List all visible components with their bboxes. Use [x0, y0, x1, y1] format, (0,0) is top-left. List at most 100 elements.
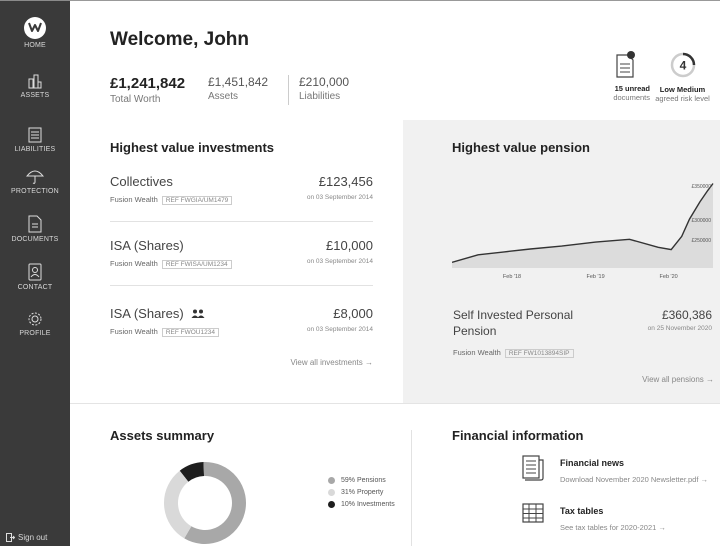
assets-icon: [28, 74, 42, 89]
pension-amount: £360,386: [661, 308, 712, 322]
investment-amount: £10,000: [326, 238, 373, 253]
signout-icon: [6, 533, 15, 542]
financial-news-link[interactable]: Download November 2020 Newsletter.pdf →: [560, 475, 708, 484]
main-content: Welcome, John £1,241,842 Total Worth £1,…: [70, 0, 720, 546]
nav-documents-label: DOCUMENTS: [11, 236, 59, 243]
tax-tables-link[interactable]: See tax tables for 2020-2021 →: [560, 523, 666, 532]
investments-title: Highest value investments: [110, 140, 274, 155]
pension-provider: Fusion Wealth: [453, 348, 501, 357]
y-tick-label: £250000: [692, 238, 712, 244]
tax-tables-title: Tax tables: [560, 506, 604, 516]
nav-protection-label: PROTECTION: [11, 188, 59, 195]
logo-icon: [24, 17, 46, 39]
contact-icon: [28, 263, 42, 281]
x-tick-label: Feb '18: [503, 274, 521, 280]
assets-summary-title: Assets summary: [110, 428, 215, 443]
investment-date: on 03 September 2014: [306, 326, 373, 333]
legend-label: 59% Pensions: [341, 476, 386, 484]
pension-title: Highest value pension: [452, 140, 590, 155]
nav-protection[interactable]: PROTECTION: [0, 167, 70, 195]
risk-level-label: agreed risk level: [655, 94, 710, 103]
investment-provider: Fusion Wealth: [110, 195, 158, 204]
pension-chart: £250000 £300000 £350000 Feb '18 Feb '19 Feb '…: [452, 183, 714, 280]
pension-name[interactable]: Self Invested Personal Pension: [453, 308, 603, 339]
nav-assets-label: ASSETS: [20, 92, 50, 99]
pension-area: [452, 183, 713, 268]
pension-date: on 25 November 2020: [647, 325, 712, 332]
legend-swatch: [328, 488, 335, 496]
financial-news-title: Financial news: [560, 458, 625, 468]
liabilities-value: £210,000: [299, 75, 350, 89]
investment-provider: Fusion Wealth: [110, 327, 158, 336]
investments-panel: Highest value investments Collectives Fu…: [70, 120, 403, 403]
divider: [411, 430, 412, 546]
financial-info-title: Financial information: [452, 428, 584, 443]
x-tick-label: Feb '20: [660, 274, 678, 280]
legend-item: 59% Pensions: [328, 474, 395, 486]
nav-liabilities[interactable]: LIABILITIES: [0, 127, 70, 153]
legend-swatch: [328, 500, 335, 508]
investment-meta: Fusion Wealth REF FWOU1234: [110, 327, 219, 337]
header: Welcome, John £1,241,842 Total Worth £1,…: [70, 0, 720, 120]
nav-contact[interactable]: CONTACT: [0, 263, 70, 291]
investment-ref: REF FWISA/UM1234: [161, 260, 232, 269]
document-icon: [28, 215, 42, 233]
assets-donut-chart: [164, 462, 246, 544]
assets-stat[interactable]: £1,451,842 Assets: [208, 75, 268, 102]
liabilities-stat[interactable]: £210,000 Liabilities: [288, 75, 349, 105]
total-worth: £1,241,842 Total Worth: [110, 75, 185, 105]
assets-label: Assets: [208, 91, 239, 102]
x-tick-label: Feb '19: [586, 274, 604, 280]
documents-label: documents: [613, 93, 650, 102]
nav-home[interactable]: HOME: [0, 17, 70, 49]
y-tick-label: £300000: [692, 218, 712, 224]
nav-documents[interactable]: DOCUMENTS: [0, 215, 70, 243]
nav-liabilities-label: LIABILITIES: [14, 146, 56, 153]
investment-name: ISA (Shares): [110, 306, 205, 321]
nav-contact-label: CONTACT: [17, 284, 53, 291]
investment-ref: REF FWOU1234: [161, 328, 219, 337]
umbrella-icon: [26, 170, 44, 184]
risk-gauge-icon: 4: [669, 51, 697, 81]
legend-swatch: [328, 476, 335, 484]
total-worth-value: £1,241,842: [110, 75, 186, 92]
legend-item: 10% Investments: [328, 498, 395, 510]
liabilities-icon: [28, 127, 42, 143]
nav-home-label: HOME: [24, 42, 46, 49]
view-all-pensions-link[interactable]: View all pensions →: [642, 375, 714, 384]
investment-provider: Fusion Wealth: [110, 259, 158, 268]
investment-date: on 03 September 2014: [306, 194, 373, 201]
joint-owners-icon: [191, 309, 205, 318]
legend-item: 31% Property: [328, 486, 395, 498]
investment-meta: Fusion Wealth REF FWGIA/UM1479: [110, 195, 233, 205]
newspaper-icon: [522, 455, 544, 481]
legend-label: 31% Property: [341, 488, 384, 496]
gear-icon: [28, 312, 42, 326]
nav-profile-label: PROFILE: [19, 330, 51, 337]
divider: [110, 221, 373, 222]
pension-ref: REF FW1013894SIP: [504, 349, 574, 358]
nav-assets[interactable]: ASSETS: [0, 73, 70, 99]
assets-legend: 59% Pensions 31% Property 10% Investment…: [328, 474, 395, 510]
investment-amount: £123,456: [318, 174, 373, 189]
investment-amount: £8,000: [333, 306, 373, 321]
signout-label: Sign out: [18, 533, 48, 542]
investment-name: Collectives: [110, 174, 173, 189]
legend-label: 10% Investments: [341, 500, 395, 508]
donut-slice: [179, 462, 205, 482]
assets-value: £1,451,842: [208, 75, 269, 89]
donut-slice: [164, 470, 192, 539]
nav-profile[interactable]: PROFILE: [0, 311, 70, 337]
investment-date: on 03 September 2014: [306, 258, 373, 265]
investment-name: ISA (Shares): [110, 238, 184, 253]
risk-level[interactable]: 4 Low Medium agreed risk level: [650, 51, 715, 103]
signout-button[interactable]: Sign out: [6, 533, 47, 542]
view-all-investments-link[interactable]: View all investments →: [290, 358, 373, 367]
pension-meta: Fusion Wealth REF FW1013894SIP: [453, 348, 574, 358]
investment-ref: REF FWGIA/UM1479: [161, 196, 233, 205]
investment-meta: Fusion Wealth REF FWISA/UM1234: [110, 259, 232, 269]
divider: [110, 285, 373, 286]
document-badge-icon: [614, 51, 638, 81]
documents-count: 15 unread: [614, 84, 650, 93]
page-title: Welcome, John: [110, 29, 250, 50]
